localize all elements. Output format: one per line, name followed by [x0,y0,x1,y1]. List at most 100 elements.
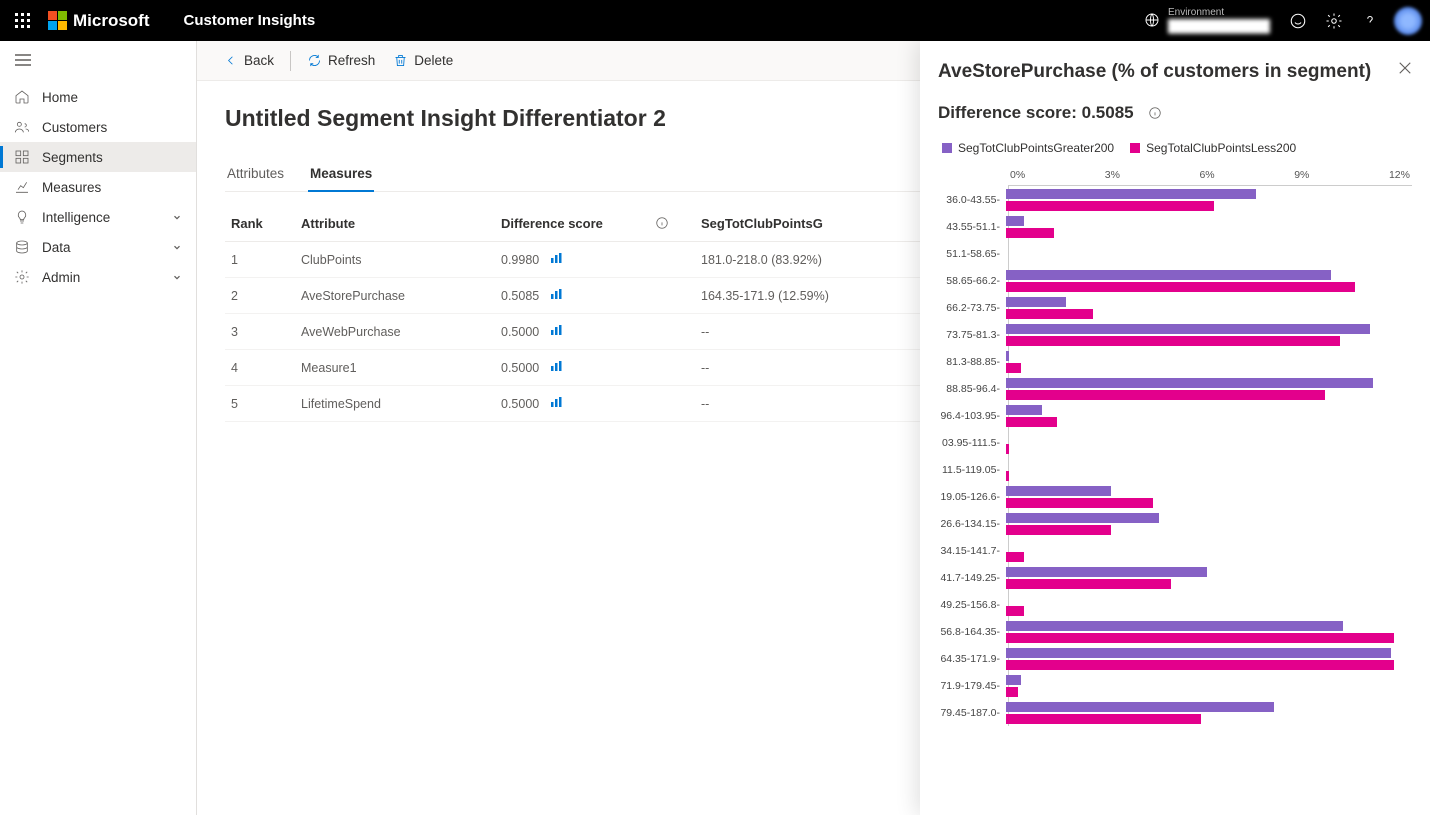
table-row[interactable]: 3AveWebPurchase0.5000 -- [225,314,945,350]
bar-series-a [1006,270,1331,280]
table-row[interactable]: 4Measure10.5000 -- [225,350,945,386]
bar-series-a [1006,351,1009,361]
gear-icon [14,269,30,285]
globe-icon [1144,12,1160,28]
chart-row: 41.7-149.25- [938,564,1412,591]
segments-icon [14,149,30,165]
bar-series-b [1006,417,1057,427]
tab-measures[interactable]: Measures [308,160,374,191]
home-icon [14,89,30,105]
sidebar: Home Customers Segments Measures Intelligenc… [0,41,197,815]
delete-button[interactable]: Delete [387,49,459,72]
chart-row: 88.85-96.4- [938,375,1412,402]
barchart-icon [550,325,562,339]
chevron-down-icon [172,240,182,255]
bar-series-a [1006,216,1024,226]
chart-row: 49.25-156.8- [938,591,1412,618]
measure-icon [14,179,30,195]
y-tick: 81.3-88.85- [938,356,1006,368]
col-attribute[interactable]: Attribute [295,206,495,242]
bar-series-b [1006,687,1018,697]
bar-series-b [1006,525,1111,535]
bar-series-a [1006,648,1391,658]
bar-series-a [1006,675,1021,685]
help-icon[interactable] [1352,0,1388,41]
col-rank[interactable]: Rank [225,206,295,242]
avatar[interactable] [1394,7,1422,35]
sidebar-item-intelligence[interactable]: Intelligence [0,202,196,232]
bar-series-a [1006,621,1343,631]
table-row[interactable]: 5LifetimeSpend0.5000 -- [225,386,945,422]
x-tick: 0% [1010,169,1025,181]
sidebar-item-data[interactable]: Data [0,232,196,262]
chart-row: 73.75-81.3- [938,321,1412,348]
nav-toggle[interactable] [0,47,196,82]
settings-icon[interactable] [1316,0,1352,41]
info-icon[interactable] [1148,106,1162,120]
sidebar-item-admin[interactable]: Admin [0,262,196,292]
chevron-down-icon [172,270,182,285]
bar-series-a [1006,405,1042,415]
tab-attributes[interactable]: Attributes [225,160,286,191]
sidebar-item-segments[interactable]: Segments [0,142,196,172]
microsoft-logo: Microsoft [48,11,150,31]
data-icon [14,239,30,255]
chart-row: 34.15-141.7- [938,537,1412,564]
chart-row: 36.0-43.55- [938,186,1412,213]
bar-series-a [1006,297,1066,307]
bar-series-b [1006,660,1394,670]
environment-picker[interactable]: Environment ████████████ [1144,7,1270,33]
barchart-icon [550,361,562,375]
bar-series-b [1006,390,1325,400]
col-seg[interactable]: SegTotClubPointsG [695,206,945,242]
sidebar-item-home[interactable]: Home [0,82,196,112]
sidebar-item-customers[interactable]: Customers [0,112,196,142]
bar-series-b [1006,444,1009,454]
environment-name: ████████████ [1168,19,1270,33]
bar-series-b [1006,282,1355,292]
back-button[interactable]: Back [217,49,280,72]
y-tick: 36.0-43.55- [938,194,1006,206]
refresh-button[interactable]: Refresh [301,49,381,72]
sidebar-item-label: Segments [42,150,103,165]
customer-icon [14,119,30,135]
x-tick: 9% [1294,169,1309,181]
y-tick: 79.45-187.0- [938,707,1006,719]
table-row[interactable]: 2AveStorePurchase0.5085 164.35-171.9 (12… [225,278,945,314]
detail-panel: AveStorePurchase (% of customers in segm… [920,41,1430,815]
bar-series-b [1006,633,1394,643]
chart-legend: SegTotClubPointsGreater200SegTotalClubPo… [942,141,1412,155]
sidebar-item-measures[interactable]: Measures [0,172,196,202]
chart-row: 03.95-111.5- [938,429,1412,456]
info-icon[interactable] [655,216,669,230]
sidebar-item-label: Home [42,90,78,105]
results-table: Rank Attribute Difference score SegTotCl… [225,206,945,422]
y-tick: 73.75-81.3- [938,329,1006,341]
y-tick: 41.7-149.25- [938,572,1006,584]
bar-series-b [1006,714,1201,724]
app-launcher[interactable] [8,13,38,29]
bar-series-a [1006,513,1159,523]
y-tick: 26.6-134.15- [938,518,1006,530]
y-tick: 88.85-96.4- [938,383,1006,395]
feedback-icon[interactable] [1280,0,1316,41]
y-tick: 56.8-164.35- [938,626,1006,638]
bar-series-a [1006,567,1207,577]
chart-row: 71.9-179.45- [938,672,1412,699]
y-tick: 66.2-73.75- [938,302,1006,314]
distribution-chart: 0%3%6%9%12% 36.0-43.55-43.55-51.1-51.1-5… [938,169,1412,726]
table-row[interactable]: 1ClubPoints0.9980 181.0-218.0 (83.92%) [225,242,945,278]
bar-series-b [1006,309,1093,319]
bar-series-b [1006,363,1021,373]
bar-series-b [1006,336,1340,346]
close-button[interactable] [1398,61,1412,80]
y-tick: 96.4-103.95- [938,410,1006,422]
chart-row: 96.4-103.95- [938,402,1412,429]
sidebar-item-label: Intelligence [42,210,110,225]
col-diff[interactable]: Difference score [495,206,695,242]
bar-series-b [1006,552,1024,562]
y-tick: 51.1-58.65- [938,248,1006,260]
chevron-down-icon [172,210,182,225]
x-tick: 3% [1105,169,1120,181]
barchart-icon [550,397,562,411]
